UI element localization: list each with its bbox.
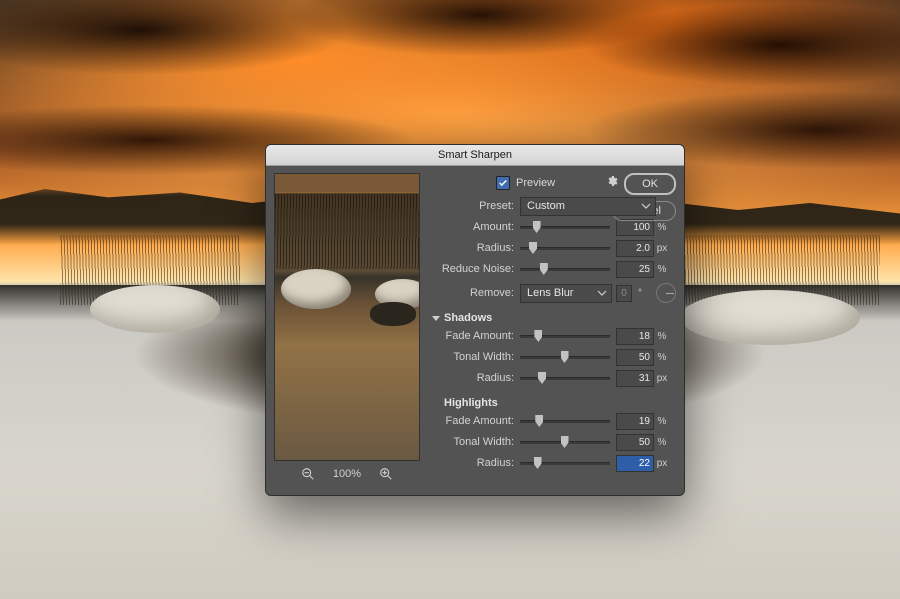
controls-column: OK Cancel Preview Preset: Custom	[428, 173, 676, 487]
shadows-fade-slider[interactable]	[520, 329, 610, 343]
preset-select[interactable]: Custom	[520, 197, 656, 216]
zoom-level[interactable]: 100%	[333, 468, 361, 480]
ok-button[interactable]: OK	[624, 173, 676, 195]
dialog-titlebar[interactable]: Smart Sharpen	[266, 145, 684, 166]
highlights-tonal-slider[interactable]	[520, 435, 610, 449]
zoom-in-icon[interactable]	[379, 467, 393, 481]
angle-dial[interactable]	[656, 283, 676, 303]
shadows-radius-label: Radius:	[428, 372, 520, 384]
chevron-down-icon	[597, 288, 607, 298]
highlights-radius-value[interactable]: 22	[616, 455, 654, 472]
noise-value[interactable]: 25	[616, 261, 654, 278]
preset-label: Preset:	[428, 200, 520, 212]
highlights-tonal-label: Tonal Width:	[428, 436, 520, 448]
noise-label: Reduce Noise:	[428, 263, 520, 275]
amount-label: Amount:	[428, 221, 520, 233]
amount-slider[interactable]	[520, 220, 610, 234]
highlights-fade-slider[interactable]	[520, 414, 610, 428]
noise-slider[interactable]	[520, 262, 610, 276]
preview-image[interactable]	[274, 173, 420, 461]
shadows-tonal-value[interactable]: 50	[616, 349, 654, 366]
dialog-title: Smart Sharpen	[438, 149, 512, 161]
shadows-header[interactable]: Shadows	[432, 312, 676, 324]
amount-unit: %	[654, 222, 670, 233]
degree-unit: °	[632, 288, 648, 299]
noise-unit: %	[654, 264, 670, 275]
highlights-tonal-value[interactable]: 50	[616, 434, 654, 451]
amount-value[interactable]: 100	[616, 219, 654, 236]
highlights-radius-label: Radius:	[428, 457, 520, 469]
radius-value[interactable]: 2.0	[616, 240, 654, 257]
highlights-fade-label: Fade Amount:	[428, 415, 520, 427]
remove-select[interactable]: Lens Blur	[520, 284, 612, 303]
smart-sharpen-dialog: Smart Sharpen 100% O	[265, 144, 685, 496]
chevron-down-icon	[432, 316, 440, 321]
shadows-tonal-label: Tonal Width:	[428, 351, 520, 363]
radius-unit: px	[654, 243, 670, 254]
background-snow	[680, 290, 860, 345]
shadows-fade-label: Fade Amount:	[428, 330, 520, 342]
remove-angle-value[interactable]: 0	[616, 285, 632, 302]
radius-slider[interactable]	[520, 241, 610, 255]
background-snow	[90, 285, 220, 333]
remove-label: Remove:	[428, 287, 520, 299]
highlights-radius-slider[interactable]	[520, 456, 610, 470]
shadows-radius-slider[interactable]	[520, 371, 610, 385]
chevron-down-icon	[641, 201, 651, 211]
preview-label: Preview	[516, 177, 555, 189]
shadows-radius-value[interactable]: 31	[616, 370, 654, 387]
preview-checkbox[interactable]	[496, 176, 510, 190]
preview-column: 100%	[274, 173, 420, 487]
shadows-tonal-slider[interactable]	[520, 350, 610, 364]
shadows-fade-value[interactable]: 18	[616, 328, 654, 345]
gear-icon[interactable]	[606, 175, 618, 187]
zoom-out-icon[interactable]	[301, 467, 315, 481]
highlights-header[interactable]: Highlights	[432, 397, 676, 409]
highlights-fade-value[interactable]: 19	[616, 413, 654, 430]
radius-label: Radius:	[428, 242, 520, 254]
